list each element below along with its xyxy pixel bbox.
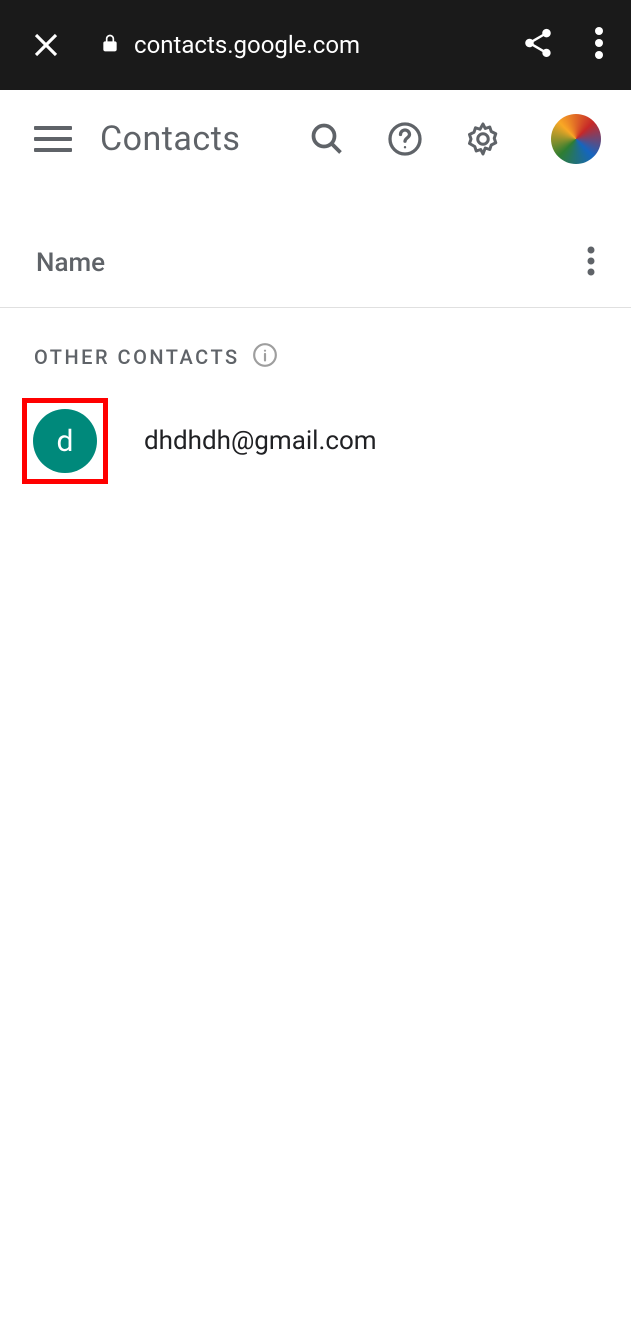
menu-icon[interactable] <box>34 120 72 158</box>
contact-initial: d <box>57 424 74 459</box>
contact-avatar[interactable]: d <box>33 409 97 473</box>
contact-avatar-highlight: d <box>22 398 108 484</box>
list-more-icon[interactable] <box>587 246 595 280</box>
url-area[interactable]: contacts.google.com <box>100 31 501 59</box>
share-icon[interactable] <box>521 26 555 64</box>
section-header: OTHER CONTACTS <box>0 342 631 372</box>
help-icon[interactable] <box>387 121 423 157</box>
browser-more-icon[interactable] <box>595 26 603 64</box>
contact-email: dhdhdh@gmail.com <box>144 426 377 456</box>
browser-bar: contacts.google.com <box>0 0 631 90</box>
gear-icon[interactable] <box>465 121 501 157</box>
close-icon[interactable] <box>28 27 64 63</box>
contact-row[interactable]: d dhdhdh@gmail.com <box>0 398 631 484</box>
url-text: contacts.google.com <box>134 31 360 59</box>
section-label: OTHER CONTACTS <box>34 345 240 369</box>
page-title: Contacts <box>100 119 281 159</box>
lock-icon <box>100 31 120 59</box>
app-header: Contacts <box>0 90 631 188</box>
search-icon[interactable] <box>309 121 345 157</box>
column-header-name: Name <box>36 248 105 278</box>
list-header: Name <box>0 218 631 308</box>
info-icon[interactable] <box>252 342 278 372</box>
profile-avatar[interactable] <box>551 114 601 164</box>
